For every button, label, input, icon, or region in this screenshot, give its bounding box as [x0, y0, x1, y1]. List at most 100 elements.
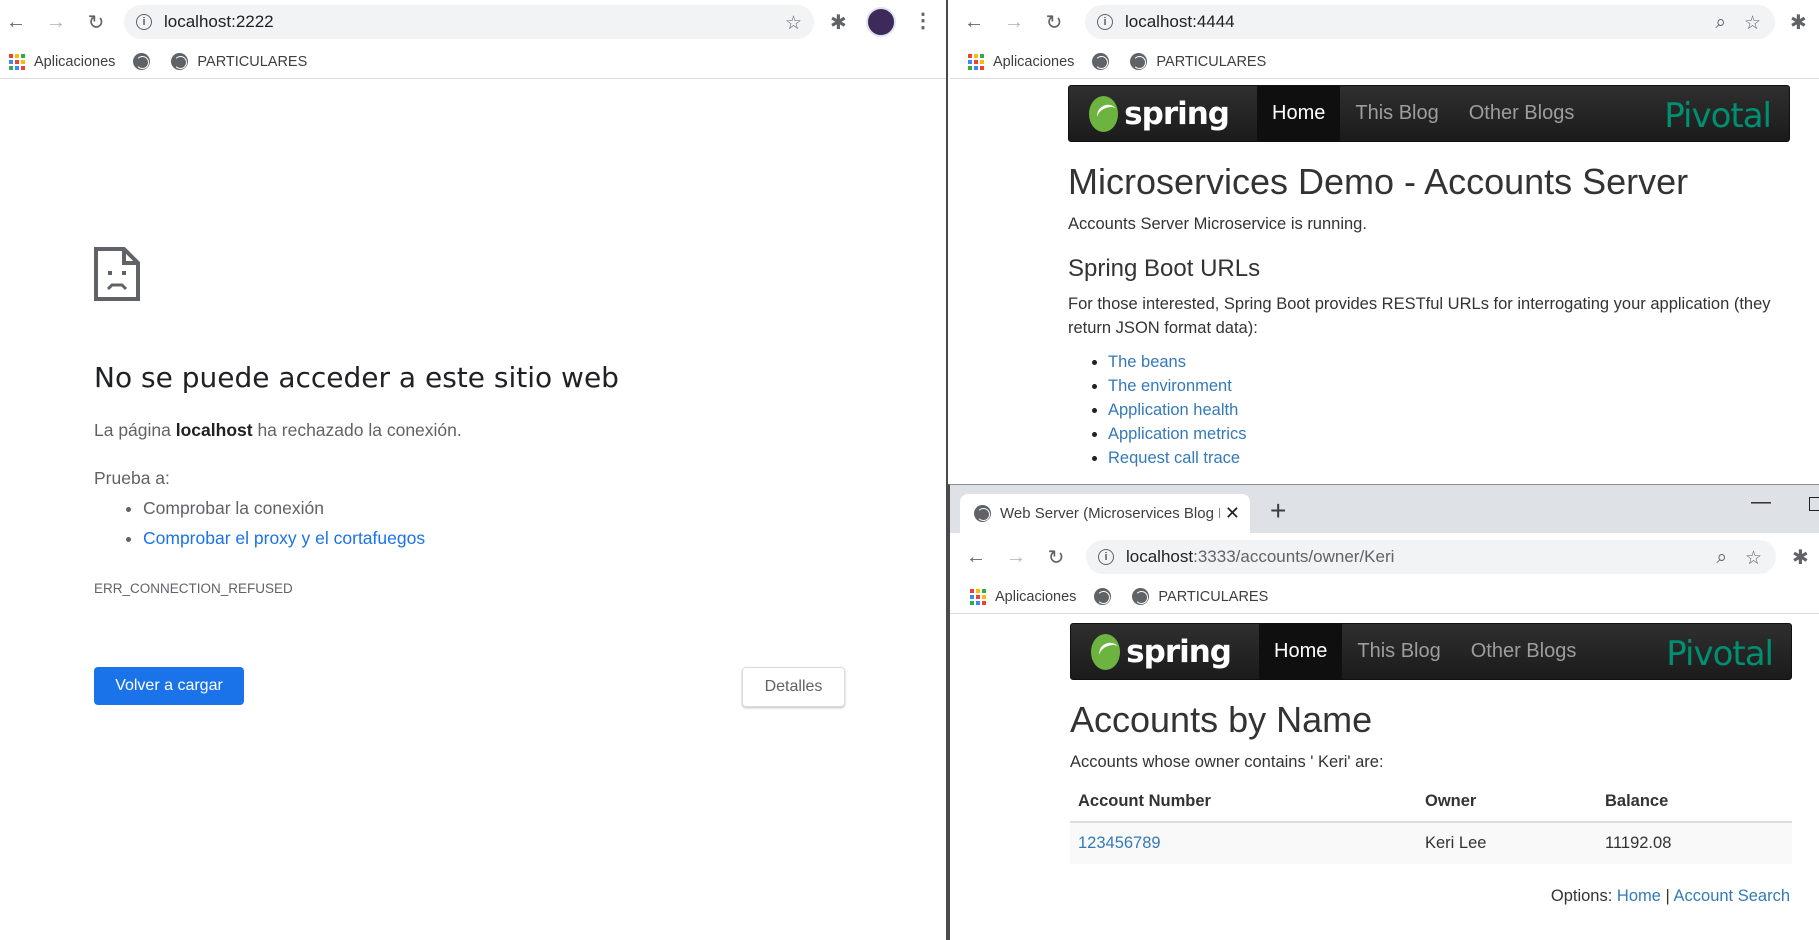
account-search-link[interactable]: Account Search	[1674, 887, 1790, 905]
nav-home[interactable]: Home	[1257, 85, 1341, 142]
options-bar: Options: Home | Account Search	[1551, 887, 1790, 906]
info-icon[interactable]: i	[1098, 549, 1114, 565]
extensions-icon[interactable]: ✱	[1790, 10, 1807, 35]
zoom-icon[interactable]: ⌕	[1715, 12, 1726, 35]
nav-other-blogs[interactable]: Other Blogs	[1454, 85, 1590, 142]
bookmark-particulares[interactable]: PARTICULARES	[1132, 588, 1268, 605]
address-url: localhost:4444	[1125, 12, 1235, 31]
owner-cell: Keri Lee	[1417, 821, 1597, 864]
globe-icon	[1130, 53, 1148, 70]
suggestion-check-proxy[interactable]: Comprobar el proxy y el cortafuegos	[143, 528, 425, 549]
left-toolbar: ← → ↻ i localhost:2222 ☆ ✱ ⋮	[0, 0, 946, 44]
error-message-prefix: La página	[94, 420, 176, 440]
star-icon[interactable]: ☆	[1745, 547, 1762, 570]
account-number-cell: 123456789	[1070, 821, 1417, 864]
section-description: For those interested, Spring Boot provid…	[1068, 295, 1771, 337]
extensions-icon[interactable]: ✱	[1792, 545, 1809, 570]
tab-strip: Web Server (Microservices Blog D ✕ + —	[950, 485, 1819, 533]
account-number-link[interactable]: 123456789	[1078, 834, 1161, 852]
nav-this-blog[interactable]: This Blog	[1342, 623, 1455, 680]
avatar[interactable]	[866, 7, 896, 37]
bookmark-apps[interactable]: Aplicaciones	[9, 53, 116, 70]
metrics-link[interactable]: Application metrics	[1108, 425, 1246, 443]
error-message: La página localhost ha rechazado la cone…	[94, 420, 462, 441]
address-bar[interactable]: i localhost:4444 ⌕ ☆	[1085, 5, 1775, 39]
tab-web-server[interactable]: Web Server (Microservices Blog D ✕	[960, 494, 1250, 533]
bookmark-particulares[interactable]: PARTICULARES	[171, 53, 307, 70]
new-tab-icon[interactable]: +	[1270, 495, 1286, 527]
star-icon[interactable]: ☆	[785, 12, 802, 35]
reload-button[interactable]: Volver a cargar	[94, 667, 244, 705]
options-home-link[interactable]: Home	[1617, 887, 1661, 905]
table-row: 123456789 Keri Lee 11192.08	[1070, 821, 1792, 864]
spring-logo[interactable]: spring	[1091, 633, 1232, 670]
section-title: Spring Boot URLs	[1068, 255, 1261, 282]
error-message-suffix: ha rechazado la conexión.	[252, 420, 462, 440]
back-icon[interactable]: ←	[2, 8, 30, 36]
reload-icon[interactable]: ↻	[1040, 8, 1068, 36]
nav-other-blogs[interactable]: Other Blogs	[1456, 623, 1592, 680]
list-item: The beans	[1108, 350, 1246, 374]
zoom-icon[interactable]: ⌕	[1716, 547, 1727, 570]
column-header-account-number: Account Number	[1070, 782, 1417, 823]
globe-icon	[1132, 588, 1150, 605]
spring-brand: spring	[1126, 633, 1232, 670]
bottom-right-toolbar: ← → ↻ i localhost:3333/accounts/owner/Ke…	[950, 535, 1819, 579]
bookmark-folder-label: PARTICULARES	[1156, 53, 1267, 70]
spring-boot-links: The beans The environment Application he…	[1108, 350, 1246, 470]
back-icon[interactable]: ←	[962, 543, 990, 571]
bookmark-globe[interactable]	[1094, 588, 1120, 605]
details-button[interactable]: Detalles	[742, 667, 845, 707]
close-tab-icon[interactable]: ✕	[1225, 503, 1240, 524]
bookmark-apps-label: Aplicaciones	[34, 53, 116, 70]
address-url: localhost:2222	[164, 12, 274, 31]
list-item: The environment	[1108, 374, 1246, 398]
bookmark-apps[interactable]: Aplicaciones	[968, 53, 1074, 70]
bookmark-globe[interactable]	[1092, 53, 1118, 70]
suggestion-list: Comprobar la conexión Comprobar el proxy…	[143, 498, 425, 558]
trace-link[interactable]: Request call trace	[1108, 449, 1240, 467]
apps-icon	[9, 53, 25, 70]
forward-icon[interactable]: →	[1002, 543, 1030, 571]
address-host: localhost	[1126, 547, 1194, 566]
globe-icon	[171, 53, 189, 70]
bookmarks-bar: Aplicaciones PARTICULARES	[0, 45, 946, 79]
info-icon[interactable]: i	[136, 14, 152, 30]
error-code: ERR_CONNECTION_REFUSED	[94, 581, 293, 596]
health-link[interactable]: Application health	[1108, 401, 1238, 419]
back-icon[interactable]: ←	[960, 8, 988, 36]
reload-icon[interactable]: ↻	[1042, 543, 1070, 571]
spring-leaf-icon	[1091, 633, 1121, 670]
minimize-icon[interactable]: —	[1751, 491, 1771, 514]
beans-link[interactable]: The beans	[1108, 353, 1186, 371]
environment-link[interactable]: The environment	[1108, 377, 1232, 395]
bookmark-globe[interactable]	[133, 53, 159, 70]
nav-home[interactable]: Home	[1259, 623, 1343, 680]
spring-logo[interactable]: spring	[1089, 95, 1230, 132]
extensions-icon[interactable]: ✱	[830, 10, 847, 35]
forward-icon[interactable]: →	[42, 8, 70, 36]
globe-icon	[1094, 588, 1112, 605]
address-bar[interactable]: i localhost:3333/accounts/owner/Keri ⌕ ☆	[1086, 540, 1776, 574]
globe-icon	[1092, 53, 1110, 70]
star-icon[interactable]: ☆	[1744, 12, 1761, 35]
list-item: Application health	[1108, 398, 1246, 422]
pivotal-logo: Pivotal	[1664, 96, 1772, 136]
page-description: Accounts whose owner contains ' Keri' ar…	[1070, 753, 1384, 771]
check-proxy-link[interactable]: Comprobar el proxy y el cortafuegos	[143, 528, 425, 548]
address-bar[interactable]: i localhost:2222 ☆	[124, 5, 814, 39]
spring-navbar: spring Home This Blog Other Blogs Pivota…	[1070, 623, 1792, 680]
bookmark-particulares[interactable]: PARTICULARES	[1130, 53, 1266, 70]
forward-icon[interactable]: →	[1000, 8, 1028, 36]
top-right-toolbar: ← → ↻ i localhost:4444 ⌕ ☆ ✱	[950, 0, 1819, 44]
balance-cell: 11192.08	[1597, 821, 1792, 864]
bookmark-apps[interactable]: Aplicaciones	[970, 588, 1076, 605]
page-title: Accounts by Name	[1070, 699, 1373, 740]
info-icon[interactable]: i	[1097, 14, 1113, 30]
menu-icon[interactable]: ⋮	[913, 8, 933, 33]
left-browser-window: ← → ↻ i localhost:2222 ☆ ✱ ⋮ Aplicacione…	[0, 0, 948, 940]
web-server-window: Web Server (Microservices Blog D ✕ + — ←…	[948, 484, 1819, 940]
reload-icon[interactable]: ↻	[82, 8, 110, 36]
maximize-icon[interactable]	[1809, 497, 1819, 511]
nav-this-blog[interactable]: This Blog	[1340, 85, 1453, 142]
